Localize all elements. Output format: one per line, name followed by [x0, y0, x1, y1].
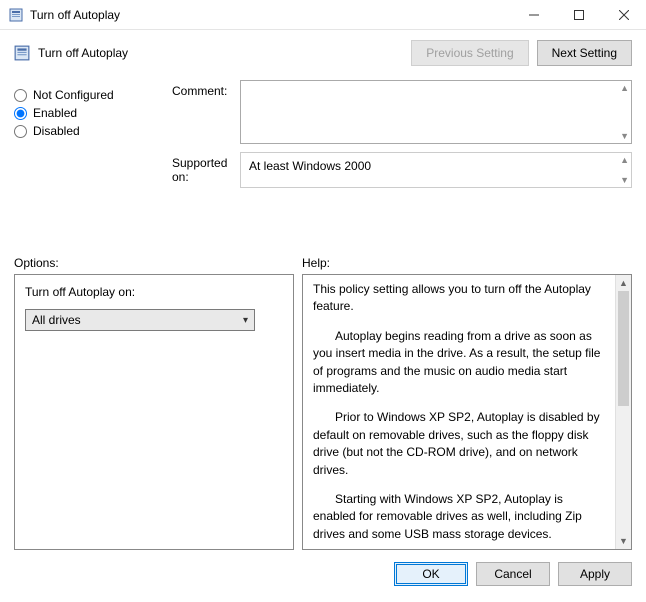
- help-paragraph: Autoplay begins reading from a drive as …: [313, 328, 605, 398]
- radio-enabled-input[interactable]: [14, 107, 27, 120]
- help-paragraph: Prior to Windows XP SP2, Autoplay is dis…: [313, 409, 605, 479]
- policy-header: Turn off Autoplay Previous Setting Next …: [0, 30, 646, 74]
- policy-icon: [14, 45, 30, 61]
- window-title: Turn off Autoplay: [30, 8, 511, 22]
- scroll-up-icon[interactable]: ▲: [620, 155, 629, 165]
- help-paragraph: This policy setting allows you to turn o…: [313, 281, 605, 316]
- close-button[interactable]: [601, 0, 646, 30]
- scroll-up-icon[interactable]: ▲: [620, 83, 629, 93]
- policy-title: Turn off Autoplay: [38, 46, 403, 60]
- ok-button[interactable]: OK: [394, 562, 468, 586]
- upper-pane: Not Configured Enabled Disabled Comment:…: [0, 74, 646, 246]
- next-setting-button[interactable]: Next Setting: [537, 40, 632, 66]
- maximize-icon: [574, 10, 584, 20]
- labels-column: Comment: Supported on:: [172, 80, 240, 242]
- state-column: Not Configured Enabled Disabled: [14, 80, 172, 242]
- supported-on-box: At least Windows 2000 ▲ ▼: [240, 152, 632, 188]
- radio-disabled-label: Disabled: [33, 124, 80, 138]
- help-paragraph: Starting with Windows XP SP2, Autoplay i…: [313, 491, 605, 543]
- options-panel: Turn off Autoplay on: All drives ▾: [14, 274, 294, 550]
- autoplay-target-dropdown[interactable]: All drives ▾: [25, 309, 255, 331]
- maximize-button[interactable]: [556, 0, 601, 30]
- scroll-down-icon[interactable]: ▼: [620, 175, 629, 185]
- dropdown-value: All drives: [32, 313, 243, 327]
- apply-button[interactable]: Apply: [558, 562, 632, 586]
- supported-on-label: Supported on:: [172, 156, 240, 184]
- chevron-down-icon: ▾: [243, 315, 248, 326]
- cancel-button[interactable]: Cancel: [476, 562, 550, 586]
- previous-setting-button[interactable]: Previous Setting: [411, 40, 528, 66]
- lower-pane: Turn off Autoplay on: All drives ▾ This …: [0, 274, 646, 550]
- scroll-down-icon[interactable]: ▼: [616, 533, 631, 549]
- radio-enabled[interactable]: Enabled: [14, 106, 172, 120]
- scrollbar-thumb[interactable]: [618, 291, 629, 406]
- app-icon: [8, 7, 24, 23]
- close-icon: [619, 10, 629, 20]
- help-panel-wrap: This policy setting allows you to turn o…: [302, 274, 632, 550]
- comment-textarea[interactable]: ▲ ▼: [240, 80, 632, 144]
- fields-column: ▲ ▼ At least Windows 2000 ▲ ▼: [240, 80, 632, 242]
- radio-disabled[interactable]: Disabled: [14, 124, 172, 138]
- radio-not-configured-input[interactable]: [14, 89, 27, 102]
- comment-label: Comment:: [172, 84, 240, 98]
- help-panel[interactable]: This policy setting allows you to turn o…: [303, 275, 615, 549]
- radio-not-configured[interactable]: Not Configured: [14, 88, 172, 102]
- radio-not-configured-label: Not Configured: [33, 88, 114, 102]
- scroll-up-icon[interactable]: ▲: [616, 275, 631, 291]
- options-label: Options:: [14, 256, 302, 270]
- radio-enabled-label: Enabled: [33, 106, 77, 120]
- supported-on-value: At least Windows 2000: [249, 159, 371, 173]
- minimize-button[interactable]: [511, 0, 556, 30]
- help-label: Help:: [302, 256, 330, 270]
- footer: OK Cancel Apply: [0, 550, 646, 602]
- section-labels: Options: Help:: [0, 246, 646, 274]
- help-scrollbar[interactable]: ▲ ▼: [615, 275, 631, 549]
- title-bar: Turn off Autoplay: [0, 0, 646, 30]
- scroll-down-icon[interactable]: ▼: [620, 131, 629, 141]
- radio-disabled-input[interactable]: [14, 125, 27, 138]
- options-field-label: Turn off Autoplay on:: [25, 285, 283, 299]
- minimize-icon: [529, 10, 539, 20]
